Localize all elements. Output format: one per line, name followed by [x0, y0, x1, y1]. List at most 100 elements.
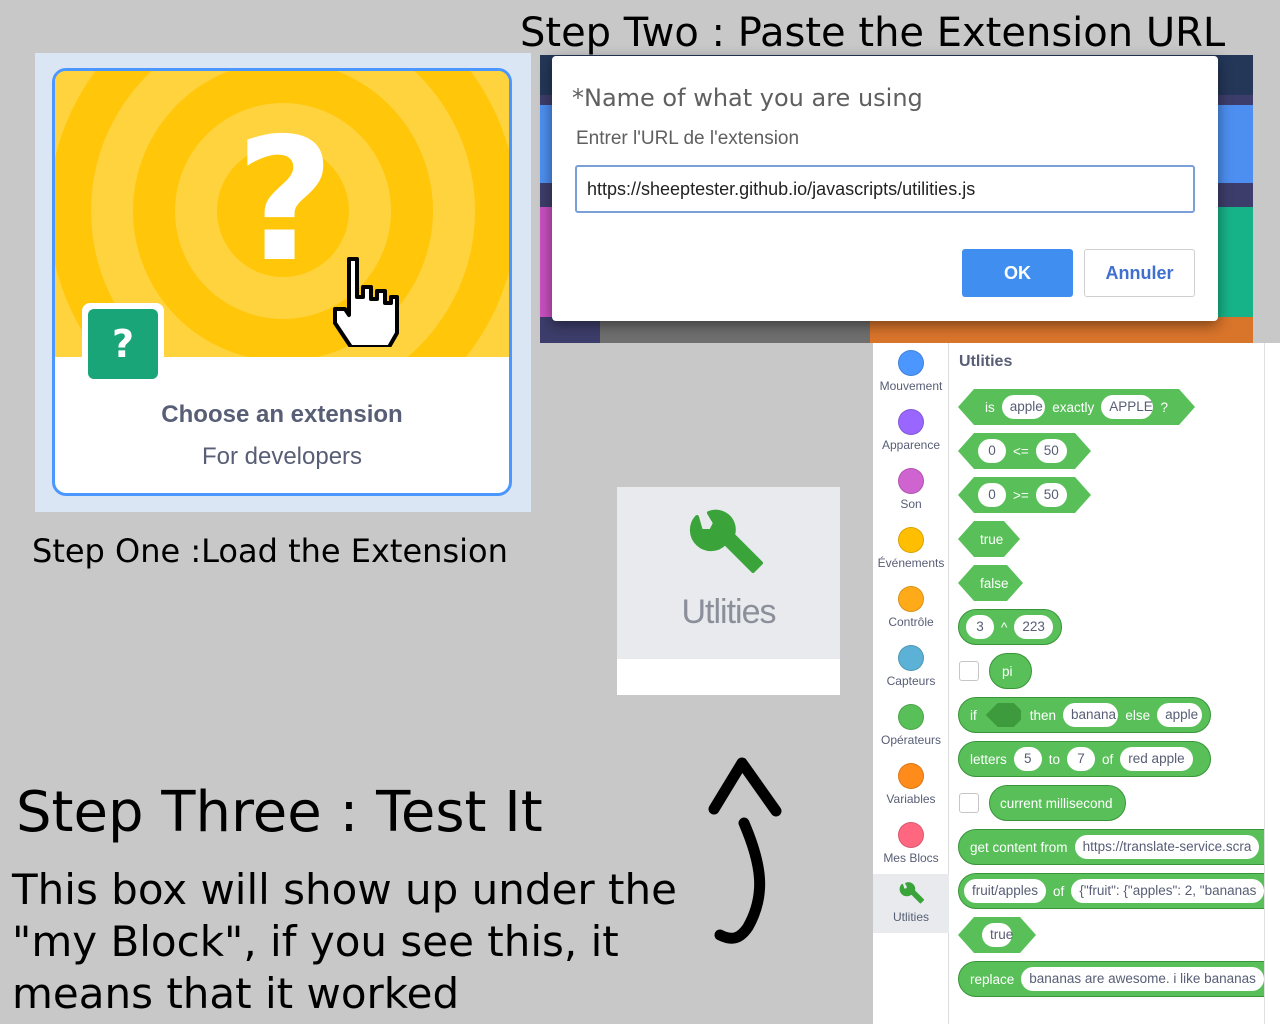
- true-block[interactable]: true: [958, 917, 1036, 953]
- block-text: ^: [1001, 619, 1008, 635]
- extension-url-dialog: *Name of what you are using Entrer l'URL…: [552, 56, 1218, 321]
- category-utilities[interactable]: Utlities: [873, 874, 949, 933]
- block-text: of: [1053, 883, 1065, 899]
- zoomed-category-button[interactable]: Utlities: [617, 487, 840, 695]
- replace-block[interactable]: replace bananas are awesome. i like bana…: [958, 961, 1280, 997]
- block-input[interactable]: 50: [1036, 439, 1067, 463]
- cancel-button[interactable]: Annuler: [1084, 249, 1195, 297]
- block-text: if: [970, 707, 977, 723]
- choose-extension-card[interactable]: ? ? Choose an extension For developers: [52, 68, 512, 496]
- boolean-slot[interactable]: [985, 703, 1021, 727]
- block-input[interactable]: 50: [1036, 483, 1067, 507]
- current-millisecond-block[interactable]: current millisecond: [989, 785, 1126, 821]
- false-block[interactable]: false: [958, 565, 1023, 601]
- block-input[interactable]: true: [982, 923, 1012, 947]
- question-mark-icon: ?: [235, 102, 335, 300]
- category-label: Variables: [886, 792, 936, 806]
- category-control[interactable]: Contrôle: [873, 579, 949, 638]
- block-input[interactable]: 7: [1067, 747, 1096, 771]
- step-two-caption: Step Two : Paste the Extension URL: [520, 10, 1226, 56]
- extension-small-icon: ?: [82, 303, 164, 385]
- category-my-blocks[interactable]: Mes Blocs: [873, 815, 949, 874]
- category-operators[interactable]: Opérateurs: [873, 697, 949, 756]
- block-input[interactable]: 5: [1013, 747, 1042, 771]
- wrench-icon: [899, 882, 925, 904]
- description-line: means that it worked: [12, 969, 460, 1018]
- block-text: pi: [1002, 663, 1013, 679]
- block-input[interactable]: 0: [978, 483, 1006, 507]
- ok-button[interactable]: OK: [962, 249, 1073, 297]
- dialog-label: Entrer l'URL de l'extension: [576, 128, 800, 149]
- power-block[interactable]: 3 ^ 223: [958, 609, 1062, 645]
- block-text: true: [980, 531, 1004, 547]
- is-exactly-block[interactable]: is apple exactly APPLE ?: [958, 389, 1195, 425]
- monitor-checkbox[interactable]: [959, 793, 979, 813]
- palette-section-title: Utlities: [959, 353, 1013, 370]
- extension-url-input[interactable]: https://sheeptester.github.io/javascript…: [575, 165, 1195, 213]
- block-input[interactable]: https://translate-service.scra: [1074, 835, 1260, 859]
- true-block[interactable]: true: [958, 521, 1020, 557]
- json-path-block[interactable]: fruit/apples of {"fruit": {"apples": 2, …: [958, 873, 1280, 909]
- category-label: Utlities: [892, 910, 929, 924]
- letters-block[interactable]: letters 5 to 7 of red apple: [958, 741, 1211, 777]
- category-sensing[interactable]: Capteurs: [873, 638, 949, 697]
- less-equal-block[interactable]: 0 <= 50: [958, 433, 1091, 469]
- description-line: "my Block", if you see this, it: [12, 917, 619, 966]
- block-input[interactable]: 3: [966, 615, 994, 639]
- wrench-icon: [689, 509, 763, 573]
- question-mark-icon: ?: [88, 309, 158, 379]
- block-input[interactable]: bananas are awesome. i like bananas: [1021, 967, 1264, 991]
- step-three-description: This box will show up under the "my Bloc…: [12, 864, 712, 1020]
- block-text: current millisecond: [1000, 795, 1113, 811]
- category-events[interactable]: Événements: [873, 520, 949, 579]
- palette-scrollbar[interactable]: [1264, 343, 1280, 1024]
- block-text: get content from: [970, 839, 1068, 855]
- category-label: Événements: [877, 556, 945, 570]
- arrow-up-icon: [708, 757, 782, 944]
- block-text: is: [985, 399, 995, 415]
- category-dot-icon: [898, 822, 924, 848]
- block-input[interactable]: red apple: [1120, 747, 1193, 771]
- block-text: letters: [970, 751, 1007, 767]
- category-looks[interactable]: Apparence: [873, 402, 949, 461]
- block-input[interactable]: fruit/apples: [964, 879, 1047, 903]
- block-text: >=: [1013, 487, 1029, 503]
- category-dot-icon: [898, 645, 924, 671]
- extension-subtitle: For developers: [201, 443, 363, 470]
- block-input[interactable]: 223: [1014, 615, 1053, 639]
- category-dot-icon: [898, 527, 924, 553]
- block-input[interactable]: 0: [978, 439, 1006, 463]
- extension-title: Choose an extension: [161, 401, 403, 428]
- category-label: Mes Blocs: [883, 851, 939, 865]
- category-label: Son: [900, 497, 922, 511]
- category-dot-icon: [898, 468, 924, 494]
- category-sound[interactable]: Son: [873, 461, 949, 520]
- pi-block[interactable]: pi: [989, 653, 1032, 689]
- step-one-caption: Step One :Load the Extension: [32, 532, 508, 570]
- block-text: to: [1048, 751, 1061, 767]
- category-label: Utlities: [681, 593, 776, 631]
- block-input[interactable]: apple: [1002, 395, 1045, 419]
- block-text: else: [1125, 707, 1151, 723]
- category-label: Contrôle: [888, 615, 934, 629]
- block-text: of: [1102, 751, 1114, 767]
- block-input[interactable]: banana: [1062, 703, 1119, 727]
- block-input[interactable]: APPLE: [1101, 395, 1153, 419]
- block-text: false: [980, 575, 1009, 591]
- dialog-title: *Name of what you are using: [572, 84, 923, 112]
- get-content-block[interactable]: get content from https://translate-servi…: [958, 829, 1280, 865]
- greater-equal-block[interactable]: 0 >= 50: [958, 477, 1091, 513]
- category-motion[interactable]: Mouvement: [873, 343, 949, 402]
- block-text: ?: [1160, 399, 1168, 415]
- category-label: Mouvement: [879, 379, 943, 393]
- block-input[interactable]: {"fruit": {"apples": 2, "bananas: [1071, 879, 1265, 903]
- blocks-palette: Mouvement Apparence Son Événements Contr…: [873, 343, 1280, 1024]
- if-then-else-block[interactable]: if then banana else apple: [958, 697, 1211, 733]
- category-dot-icon: [898, 409, 924, 435]
- block-input[interactable]: apple: [1157, 703, 1202, 727]
- category-label: Capteurs: [886, 674, 936, 688]
- monitor-checkbox[interactable]: [959, 661, 979, 681]
- category-variables[interactable]: Variables: [873, 756, 949, 815]
- category-dot-icon: [898, 763, 924, 789]
- category-menu: Mouvement Apparence Son Événements Contr…: [873, 343, 949, 1024]
